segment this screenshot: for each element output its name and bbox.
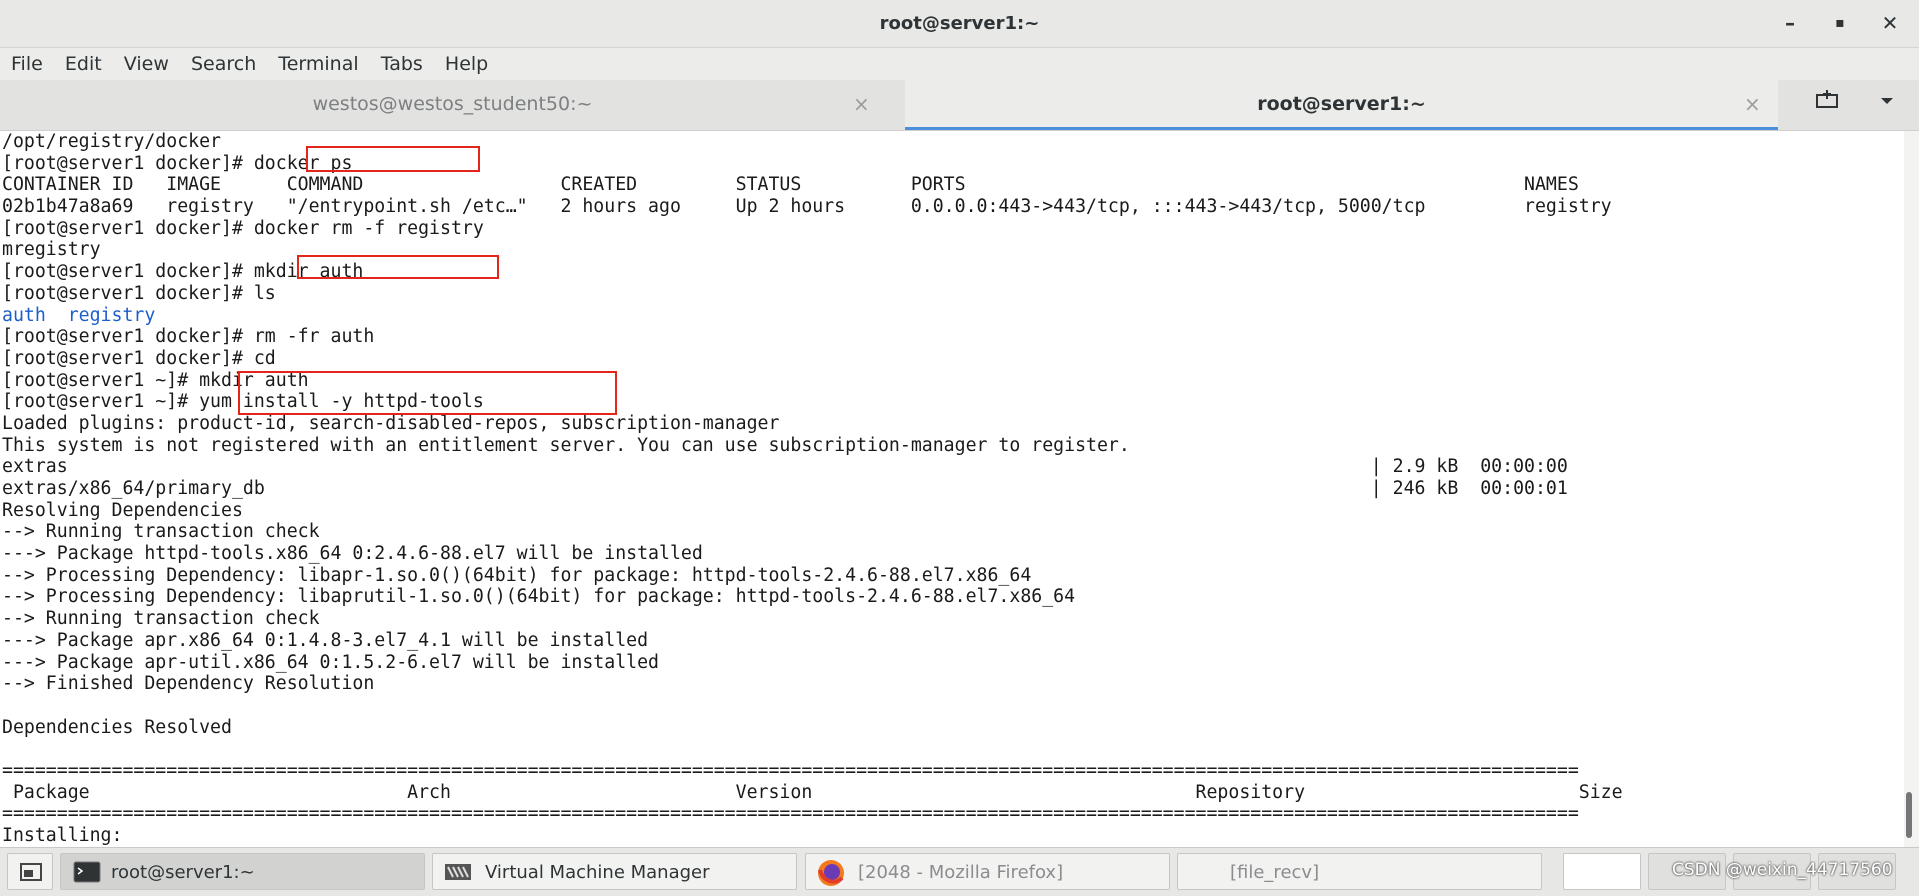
terminal-line: Dependencies Resolved: [2, 716, 232, 738]
terminal-line: ---> Package apr-util.x86_64 0:1.5.2-6.e…: [2, 651, 659, 673]
terminal-line: [root@server1 docker]# rm -fr auth: [2, 326, 375, 348]
taskbar: root@server1:~ Virtual Machine Manager […: [0, 847, 1919, 896]
terminal-line: [root@server1 docker]# docker ps: [2, 152, 353, 174]
maximize-button[interactable]: ▪: [1818, 0, 1862, 47]
tab-bar: westos@westos_student50:~ × root@server1…: [0, 80, 1919, 131]
terminal-line: [root@server1 docker]# ls: [2, 282, 276, 304]
minimize-button[interactable]: –: [1768, 0, 1812, 47]
terminal-scrollbar[interactable]: [1904, 131, 1919, 847]
terminal-line: auth registry: [2, 304, 156, 326]
terminal-line: --> Running transaction check: [2, 608, 320, 630]
terminal-line: ========================================…: [2, 759, 1579, 781]
terminal-line: --> Processing Dependency: libaprutil-1.…: [2, 586, 1076, 608]
terminal-line: /opt/registry/docker: [2, 131, 221, 152]
terminal-line: ---> Package httpd-tools.x86_64 0:2.4.6-…: [2, 543, 703, 565]
terminal-line: extras/x86_64/primary_db | 246 kB 00:00:…: [2, 478, 1568, 499]
taskbar-label: [file_recv]: [1230, 862, 1320, 883]
terminal-line: extras | 2.9 kB 00:00:00: [2, 456, 1568, 478]
terminal-line: Package Arch Version Repository Size: [2, 781, 1623, 803]
window-title: root@server1:~: [879, 13, 1040, 34]
taskbar-item-file-recv[interactable]: [file_recv]: [1177, 853, 1542, 890]
taskbar-label: root@server1:~: [111, 862, 255, 883]
highlight-docker-ps: [306, 146, 480, 172]
highlight-yum-install: [238, 371, 617, 415]
window-titlebar[interactable]: root@server1:~ – ▪ ✕: [0, 0, 1919, 48]
show-desktop-button[interactable]: [7, 853, 53, 890]
close-button[interactable]: ✕: [1868, 0, 1912, 47]
tab-label: root@server1:~: [1257, 93, 1426, 115]
new-tab-icon[interactable]: [1814, 80, 1840, 130]
terminal-line: --> Running transaction check: [2, 521, 320, 543]
taskbar-label: [2048 - Mozilla Firefox]: [858, 862, 1064, 883]
workspace-switcher-1[interactable]: [1563, 853, 1641, 890]
taskbar-item-virt-manager[interactable]: Virtual Machine Manager: [432, 853, 797, 890]
menu-help[interactable]: Help: [445, 48, 488, 80]
terminal-line: Resolving Dependencies: [2, 499, 243, 521]
tab-server1[interactable]: root@server1:~: [905, 80, 1778, 130]
terminal-line: mregistry: [2, 239, 101, 261]
terminal-line: [root@server1 docker]# cd: [2, 347, 276, 369]
tab-close-icon[interactable]: ×: [1744, 80, 1761, 130]
terminal-line: ========================================…: [2, 803, 1579, 825]
highlight-mkdir-auth: [297, 255, 499, 279]
menu-edit[interactable]: Edit: [65, 48, 102, 80]
tab-close-icon[interactable]: ×: [853, 80, 870, 130]
terminal-line: ---> Package apr.x86_64 0:1.4.8-3.el7_4.…: [2, 629, 649, 651]
terminal-line: [root@server1 docker]# docker rm -f regi…: [2, 217, 484, 239]
terminal-icon: [73, 861, 101, 883]
menu-search[interactable]: Search: [191, 48, 256, 80]
tab-westos[interactable]: westos@westos_student50:~: [0, 80, 905, 130]
taskbar-label: Virtual Machine Manager: [485, 862, 710, 883]
terminal-line: This system is not registered with an en…: [2, 434, 1130, 456]
scrollbar-thumb[interactable]: [1906, 792, 1912, 838]
firefox-icon: [818, 860, 844, 886]
taskbar-item-terminal[interactable]: root@server1:~: [60, 853, 425, 890]
watermark: CSDN @weixin_44717560: [1672, 860, 1893, 880]
terminal-line: Installing:: [2, 825, 123, 846]
tabs-menu-chevron-down-icon[interactable]: [1878, 80, 1896, 130]
terminal-output: /opt/registry/docker [root@server1 docker…: [2, 131, 1623, 847]
terminal-line: Loaded plugins: product-id, search-disab…: [2, 412, 780, 434]
menu-terminal[interactable]: Terminal: [278, 48, 358, 80]
terminal-line: 02b1b47a8a69 registry "/entrypoint.sh /e…: [2, 196, 1612, 218]
virt-manager-icon: [445, 864, 471, 880]
taskbar-item-firefox[interactable]: [2048 - Mozilla Firefox]: [805, 853, 1170, 890]
terminal-line: --> Processing Dependency: libapr-1.so.0…: [2, 564, 1032, 586]
menu-view[interactable]: View: [124, 48, 169, 80]
terminal-line: [root@server1 docker]# mkdir auth: [2, 261, 364, 283]
terminal-view[interactable]: /opt/registry/docker [root@server1 docker…: [0, 131, 1904, 847]
menu-tabs[interactable]: Tabs: [381, 48, 423, 80]
terminal-line: CONTAINER ID IMAGE COMMAND CREATED STATU…: [2, 174, 1579, 196]
menu-bar: File Edit View Search Terminal Tabs Help: [0, 48, 1919, 80]
terminal-line: --> Finished Dependency Resolution: [2, 673, 375, 695]
menu-file[interactable]: File: [11, 48, 43, 80]
tab-label: westos@westos_student50:~: [312, 93, 593, 115]
